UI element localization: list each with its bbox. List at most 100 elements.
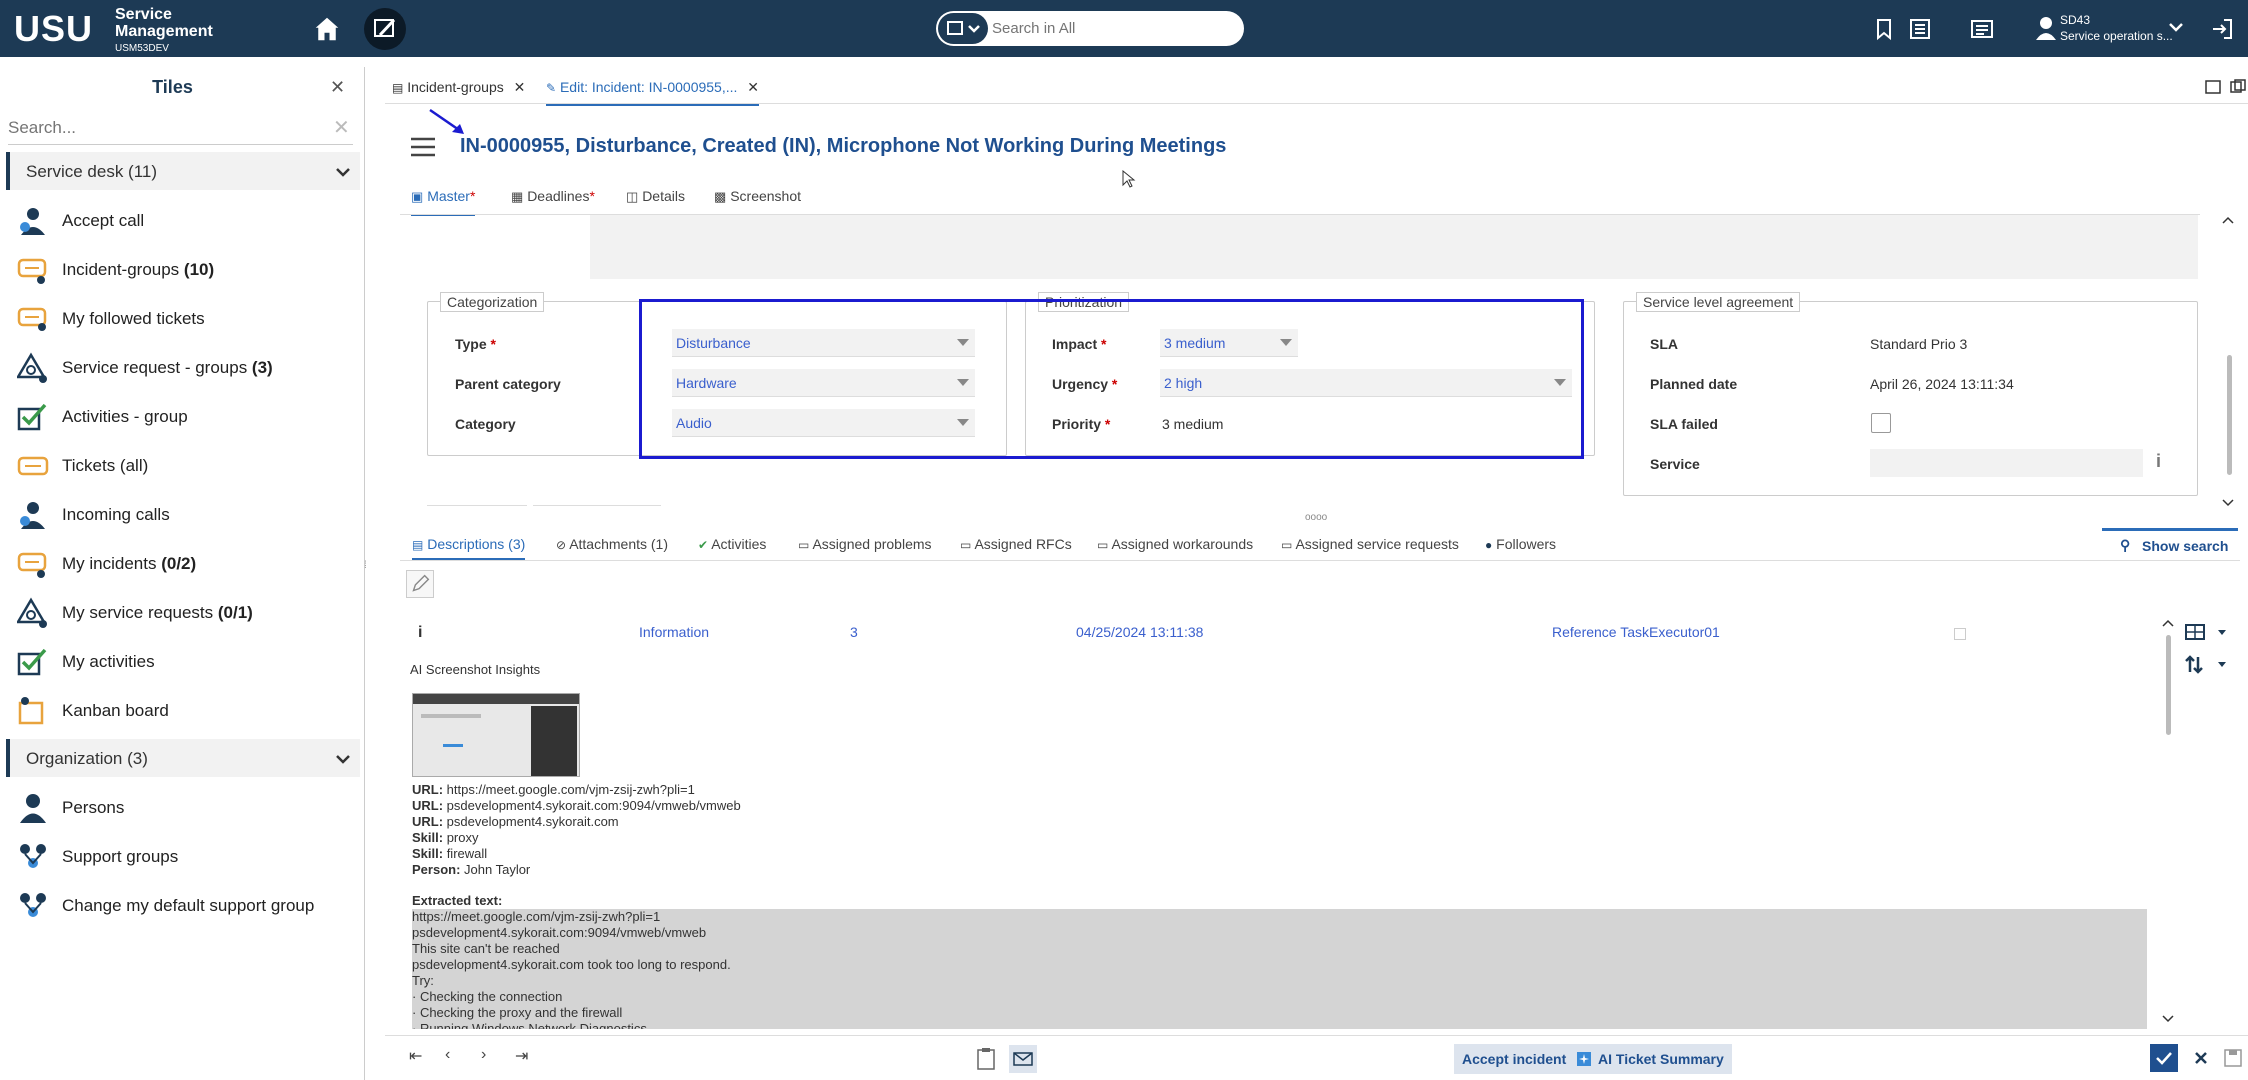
global-search[interactable] xyxy=(936,11,1244,46)
tab-edit-incident[interactable]: ✎ Edit: Incident: IN-0000955,... ✕ xyxy=(546,79,760,106)
group-label: Service desk (11) xyxy=(26,162,158,181)
multi-window-icon[interactable] xyxy=(2230,79,2246,95)
global-search-input[interactable] xyxy=(992,11,1238,46)
tile-tickets-all[interactable]: Tickets (all) xyxy=(17,444,357,488)
email-icon xyxy=(1013,1052,1033,1066)
list-icon[interactable] xyxy=(1908,17,1932,41)
chevron-down-icon[interactable] xyxy=(2162,1012,2174,1024)
tab-screenshot[interactable]: ▩ Screenshot xyxy=(714,188,801,216)
list-scrollbar[interactable] xyxy=(2166,635,2171,735)
edit-button[interactable] xyxy=(406,570,434,598)
chevron-up-icon[interactable] xyxy=(2222,215,2234,227)
extracted-line: · Checking the connection xyxy=(412,989,563,1004)
menu-icon[interactable] xyxy=(410,137,436,157)
tile-label: Support groups xyxy=(62,847,179,866)
sla-failed-checkbox[interactable] xyxy=(1871,413,1891,433)
tile-support-groups[interactable]: Support groups xyxy=(17,835,357,879)
form-scrollbar[interactable] xyxy=(2227,355,2232,475)
collapsed-tab[interactable] xyxy=(533,505,661,511)
panel-splitter[interactable]: ⁞ xyxy=(364,560,374,590)
tile-my-followed-tickets[interactable]: My followed tickets xyxy=(17,297,357,341)
tile-kanban-board[interactable]: Kanban board xyxy=(17,689,357,733)
tab-attachments[interactable]: ⊘ Attachments (1) xyxy=(556,536,668,552)
first-page-icon[interactable]: ⇤ xyxy=(409,1046,429,1066)
save-button[interactable] xyxy=(2221,1044,2247,1072)
email-button[interactable] xyxy=(1009,1045,1037,1073)
description-row[interactable]: i Information 3 04/25/2024 13:11:38 Refe… xyxy=(410,624,1970,644)
chevron-up-icon[interactable] xyxy=(2162,618,2174,630)
group-organization[interactable]: Organization (3) xyxy=(6,739,360,777)
sla-label: SLA xyxy=(1650,336,1678,352)
show-search-button[interactable]: ⚲ Show search xyxy=(2102,528,2238,562)
tile-persons[interactable]: Persons xyxy=(17,786,357,830)
service-field[interactable] xyxy=(1870,449,2143,477)
prev-page-icon[interactable]: ‹ xyxy=(445,1046,465,1066)
tile-my-activities[interactable]: My activities xyxy=(17,640,357,684)
tile-my-service-requests[interactable]: My service requests (0/1) xyxy=(17,591,357,635)
close-icon[interactable]: ✕ xyxy=(514,79,526,95)
last-page-icon[interactable]: ⇥ xyxy=(515,1046,535,1066)
news-icon[interactable] xyxy=(1970,17,1994,41)
home-icon[interactable] xyxy=(312,14,342,44)
service-request-icon xyxy=(17,352,47,383)
tab-activities[interactable]: ✔ Activities xyxy=(698,536,766,552)
group-service-desk[interactable]: Service desk (11) xyxy=(6,152,360,190)
tile-label: Service request - groups (3) xyxy=(62,358,273,377)
clear-search-icon[interactable]: ✕ xyxy=(333,115,350,140)
description-field[interactable] xyxy=(590,215,2198,279)
tab-assigned-rfcs[interactable]: ▭ Assigned RFCs xyxy=(960,536,1072,552)
screenshot-thumbnail[interactable] xyxy=(412,693,580,777)
accept-incident-button[interactable]: Accept incident xyxy=(1454,1044,1575,1074)
tile-service-request-groups[interactable]: Service request - groups (3) xyxy=(17,346,357,390)
tab-details[interactable]: ◫ Details xyxy=(626,188,685,216)
tiles-search-input[interactable] xyxy=(8,111,353,145)
planned-date-label: Planned date xyxy=(1650,376,1738,392)
group-icon xyxy=(20,893,46,917)
row-checkbox[interactable] xyxy=(1954,628,1966,640)
tab-followers[interactable]: ● Followers xyxy=(1485,536,1556,552)
user-role: Service operation s... xyxy=(2060,29,2173,43)
tile-my-incidents[interactable]: My incidents (0/2) xyxy=(17,542,357,586)
table-view-button[interactable] xyxy=(2184,620,2230,646)
tile-accept-call[interactable]: Accept call xyxy=(17,199,357,243)
resize-handle[interactable]: oooo xyxy=(1305,512,1327,523)
chevron-down-icon[interactable] xyxy=(2169,21,2183,33)
chevron-down-icon[interactable] xyxy=(2222,496,2234,508)
tile-label: My activities xyxy=(62,652,155,671)
window-icon[interactable] xyxy=(2205,79,2221,95)
tab-incident-groups[interactable]: ▤ Incident-groups ✕ xyxy=(392,79,525,109)
confirm-button[interactable] xyxy=(2150,1044,2178,1072)
ai-ticket-summary-button[interactable]: AI Ticket Summary xyxy=(1568,1044,1732,1074)
tile-change-default-support-group[interactable]: Change my default support group xyxy=(17,884,357,928)
tab-deadlines[interactable]: ▦ Deadlines* xyxy=(511,188,595,216)
ai-insights-title: AI Screenshot Insights xyxy=(410,662,541,677)
tab-descriptions[interactable]: ▤ Descriptions (3) xyxy=(412,536,526,560)
cancel-button[interactable] xyxy=(2187,1044,2215,1072)
next-page-icon[interactable]: › xyxy=(481,1046,501,1066)
clipboard-icon xyxy=(977,1048,995,1070)
tab-assigned-service-requests[interactable]: ▭ Assigned service requests xyxy=(1281,536,1459,552)
close-icon[interactable]: ✕ xyxy=(747,79,759,95)
parent-category-label: Parent category xyxy=(455,376,561,392)
tab-master[interactable]: ▣ Master* xyxy=(411,188,476,216)
pencil-icon xyxy=(412,574,430,592)
sort-button[interactable] xyxy=(2184,652,2230,678)
tab-assigned-workarounds[interactable]: ▭ Assigned workarounds xyxy=(1097,536,1253,552)
form-icon: ▣ xyxy=(411,189,424,204)
bookmark-icon[interactable] xyxy=(1872,17,1896,41)
kanban-icon xyxy=(18,697,44,725)
tab-assigned-problems[interactable]: ▭ Assigned problems xyxy=(798,536,932,552)
tile-activities-group[interactable]: Activities - group xyxy=(17,395,357,439)
highlight-box xyxy=(639,299,1584,459)
tile-incoming-calls[interactable]: Incoming calls xyxy=(17,493,357,537)
ticket-group-icon xyxy=(17,258,47,284)
search-scope-dropdown[interactable] xyxy=(938,13,988,44)
person-icon xyxy=(20,794,46,823)
edit-mode-icon[interactable] xyxy=(364,8,406,50)
tile-incident-groups[interactable]: Incident-groups (10) xyxy=(17,248,357,292)
info-icon[interactable]: i xyxy=(2156,451,2161,472)
logout-icon[interactable] xyxy=(2210,17,2234,41)
collapsed-tab[interactable] xyxy=(427,505,527,511)
clipboard-button[interactable] xyxy=(973,1045,999,1073)
close-icon[interactable]: ✕ xyxy=(330,77,345,98)
